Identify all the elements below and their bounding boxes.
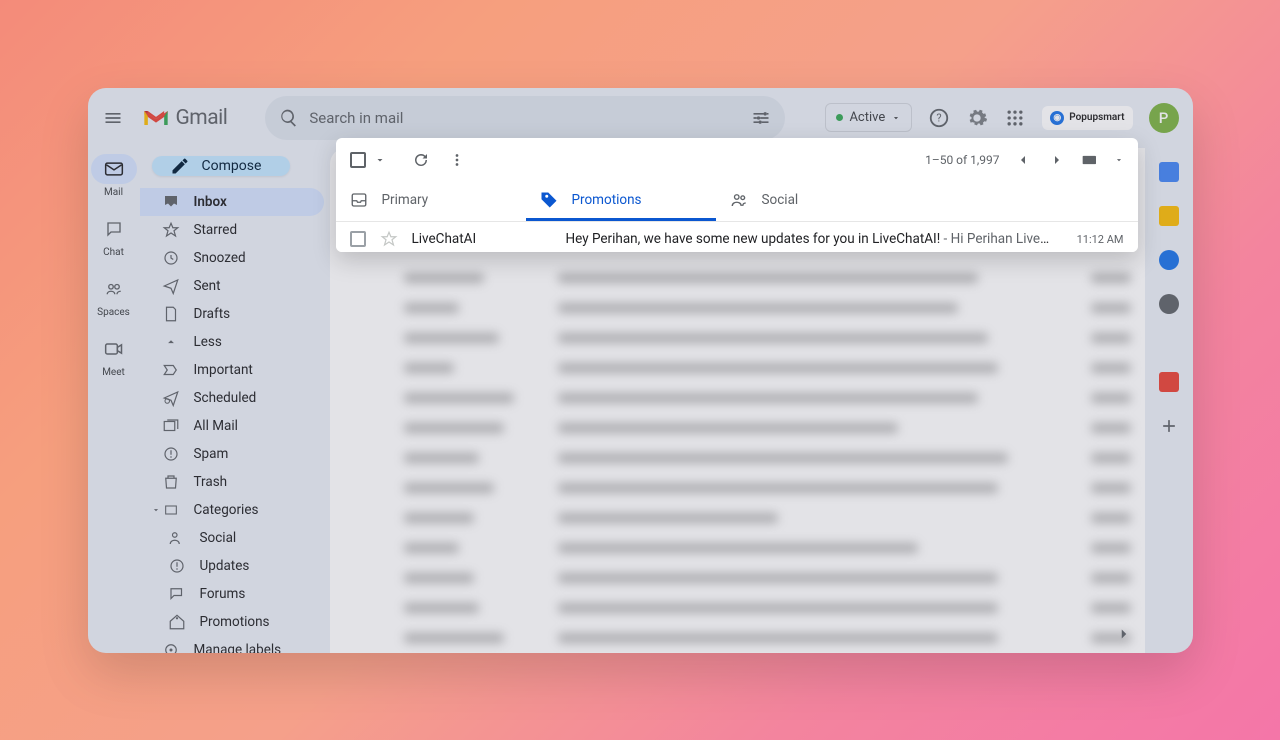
nav-drafts[interactable]: Drafts [140,300,324,328]
mail-icon [104,161,124,177]
left-rail: Mail Chat Spaces Meet [88,148,140,653]
refresh-button[interactable] [410,149,432,171]
nav-manage-labels[interactable]: Manage labels [140,636,324,653]
settings-button[interactable] [966,107,988,129]
blurred-email-list [330,261,1145,653]
get-addons-button[interactable] [1159,416,1179,436]
sidebar: Compose Inbox Starred Snoozed Sent Draft… [140,148,330,653]
svg-text:?: ? [937,111,942,124]
search-placeholder: Search in mail [309,109,403,127]
email-time: 11:12 AM [1077,233,1124,246]
email-checkbox[interactable] [350,231,366,247]
nav-updates[interactable]: Updates [140,552,324,580]
nav-less[interactable]: Less [140,328,324,356]
account-avatar[interactable]: P [1149,103,1179,133]
nav-trash[interactable]: Trash [140,468,324,496]
nav-snoozed[interactable]: Snoozed [140,244,324,272]
email-sender: LiveChatAI [412,231,552,247]
select-all-checkbox[interactable] [350,152,366,168]
email-subject: Hey Perihan, we have some new updates fo… [566,231,1053,247]
nav-social[interactable]: Social [140,524,324,552]
nav-starred[interactable]: Starred [140,216,324,244]
pencil-icon [170,156,190,176]
right-side-panel [1145,148,1193,653]
prev-page-button[interactable] [1012,149,1034,171]
select-dropdown-icon[interactable] [374,154,386,166]
calendar-addon-icon[interactable] [1159,162,1179,182]
main-menu-button[interactable] [102,107,124,129]
nav-all-mail[interactable]: All Mail [140,412,324,440]
tab-promotions[interactable]: Promotions [526,182,716,221]
nav-categories[interactable]: Categories [140,496,324,524]
tasks-addon-icon[interactable] [1159,250,1179,270]
meet-icon [104,341,124,357]
chevron-down-icon [891,113,901,123]
rail-spaces[interactable]: Spaces [91,274,137,318]
input-tools-button[interactable] [1080,149,1102,171]
extension-badge[interactable]: ◉ Popupsmart [1042,106,1132,130]
inbox-icon [350,191,368,209]
gmail-logo[interactable]: Gmail [142,106,228,130]
addon-icon[interactable] [1159,372,1179,392]
people-icon [730,191,748,209]
rail-mail[interactable]: Mail [91,154,137,198]
tag-icon [540,191,558,209]
chat-icon [104,220,124,238]
tab-social[interactable]: Social [716,182,906,221]
rail-chat[interactable]: Chat [91,214,137,258]
nav-inbox[interactable]: Inbox [140,188,324,216]
help-button[interactable]: ? [928,107,950,129]
page-counter: 1–50 of 1,997 [925,153,999,167]
mail-toolbar: 1–50 of 1,997 [336,138,1138,182]
nav-sent[interactable]: Sent [140,272,324,300]
nav-spam[interactable]: Spam [140,440,324,468]
compose-button[interactable]: Compose [152,156,290,176]
next-page-button[interactable] [1046,149,1068,171]
spaces-icon [104,280,124,298]
status-dot-icon [836,114,843,121]
nav-promotions[interactable]: Promotions [140,608,324,636]
keep-addon-icon[interactable] [1159,206,1179,226]
category-tabs: Primary Promotions Social [336,182,1138,222]
contacts-addon-icon[interactable] [1159,294,1179,314]
tune-icon[interactable] [751,108,771,128]
apps-button[interactable] [1004,107,1026,129]
nav-scheduled[interactable]: Scheduled [140,384,324,412]
email-row[interactable]: LiveChatAI Hey Perihan, we have some new… [336,222,1138,252]
star-icon[interactable] [380,230,398,248]
product-name: Gmail [176,106,228,130]
nav-forums[interactable]: Forums [140,580,324,608]
tab-primary[interactable]: Primary [336,182,526,221]
chevron-down-icon[interactable] [1114,155,1124,165]
rail-meet[interactable]: Meet [91,334,137,378]
status-indicator[interactable]: Active [825,103,912,132]
more-button[interactable] [446,149,468,171]
search-bar[interactable]: Search in mail [265,96,785,140]
search-icon [279,108,299,128]
side-panel-toggle[interactable] [1115,625,1133,643]
nav-important[interactable]: Important [140,356,324,384]
